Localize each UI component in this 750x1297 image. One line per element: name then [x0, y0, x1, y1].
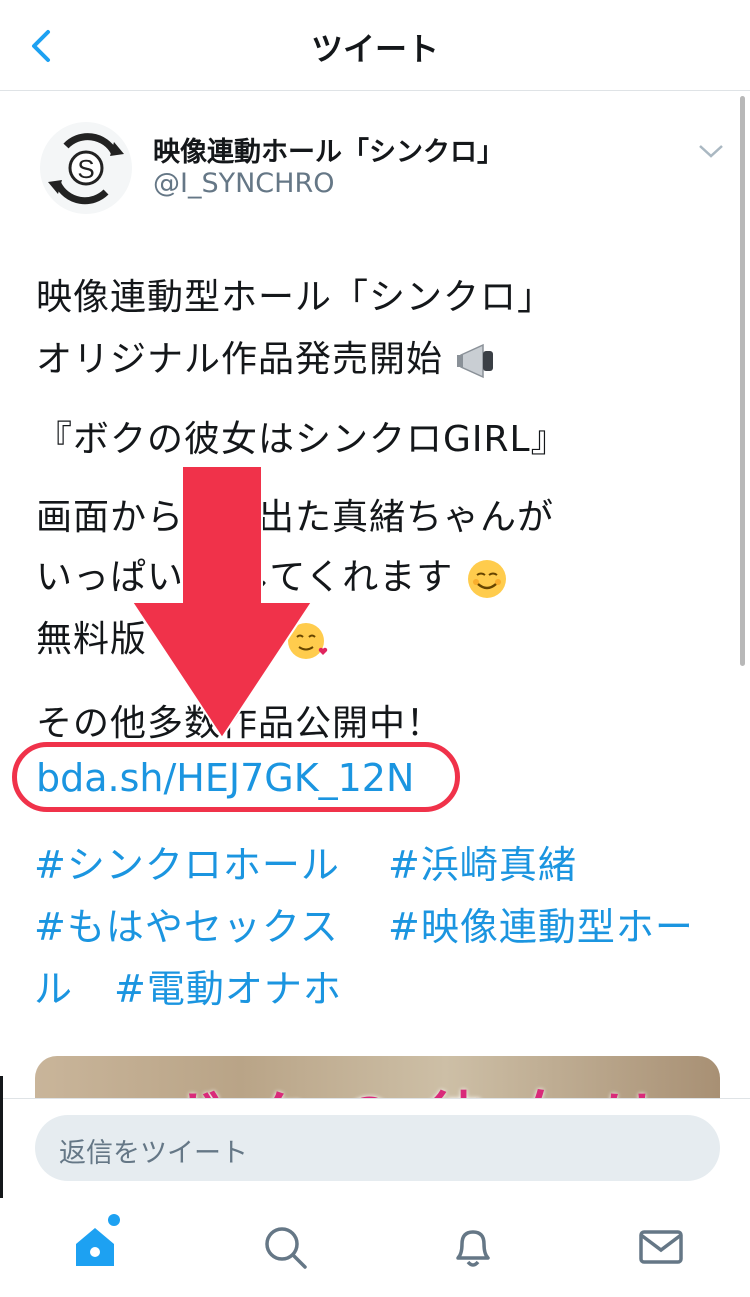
- scrollbar[interactable]: [740, 96, 745, 666]
- svg-text:S: S: [77, 154, 94, 184]
- hashtag-link[interactable]: #電動オナホ: [114, 958, 342, 1013]
- tweet-text-segment: オリジナル作品発売開始: [36, 339, 444, 380]
- reply-input[interactable]: 返信をツイート: [35, 1115, 720, 1181]
- smiling-emoji: [467, 560, 506, 598]
- avatar[interactable]: S: [40, 122, 132, 214]
- search-icon[interactable]: [260, 1222, 310, 1272]
- user-handle[interactable]: @I_SYNCHRO: [153, 168, 334, 199]
- display-name[interactable]: 映像連動ホール「シンクロ」: [153, 130, 504, 169]
- tweet-text-line: 映像連動型ホール「シンクロ」: [36, 277, 555, 318]
- mail-icon[interactable]: [636, 1222, 686, 1272]
- notification-dot: [108, 1214, 120, 1226]
- megaphone-emoji: [457, 343, 494, 379]
- hashtag-link[interactable]: ル: [34, 958, 73, 1013]
- page-title: ツイート: [310, 30, 439, 68]
- tweet-text-line: 『ボクの彼女はシンクロGIRL』: [36, 419, 568, 460]
- hashtag-link[interactable]: #シンクロホール: [34, 834, 340, 889]
- chevron-down-icon[interactable]: [696, 138, 726, 162]
- left-edge-line: [0, 1076, 3, 1198]
- hashtag-link[interactable]: #浜崎真緒: [388, 834, 577, 889]
- link-highlight-circle: [12, 742, 460, 812]
- bell-icon[interactable]: [448, 1222, 498, 1272]
- home-icon[interactable]: [70, 1222, 120, 1272]
- red-arrow-annotation: [130, 465, 314, 740]
- hashtag-link[interactable]: #映像連動型ホー: [388, 896, 694, 951]
- tweet-text-line: オリジナル作品発売開始: [36, 330, 499, 382]
- reply-placeholder: 返信をツイート: [59, 1138, 248, 1169]
- hashtag-link[interactable]: #もはやセックス: [34, 896, 339, 951]
- header-bar: ツイート: [0, 0, 750, 91]
